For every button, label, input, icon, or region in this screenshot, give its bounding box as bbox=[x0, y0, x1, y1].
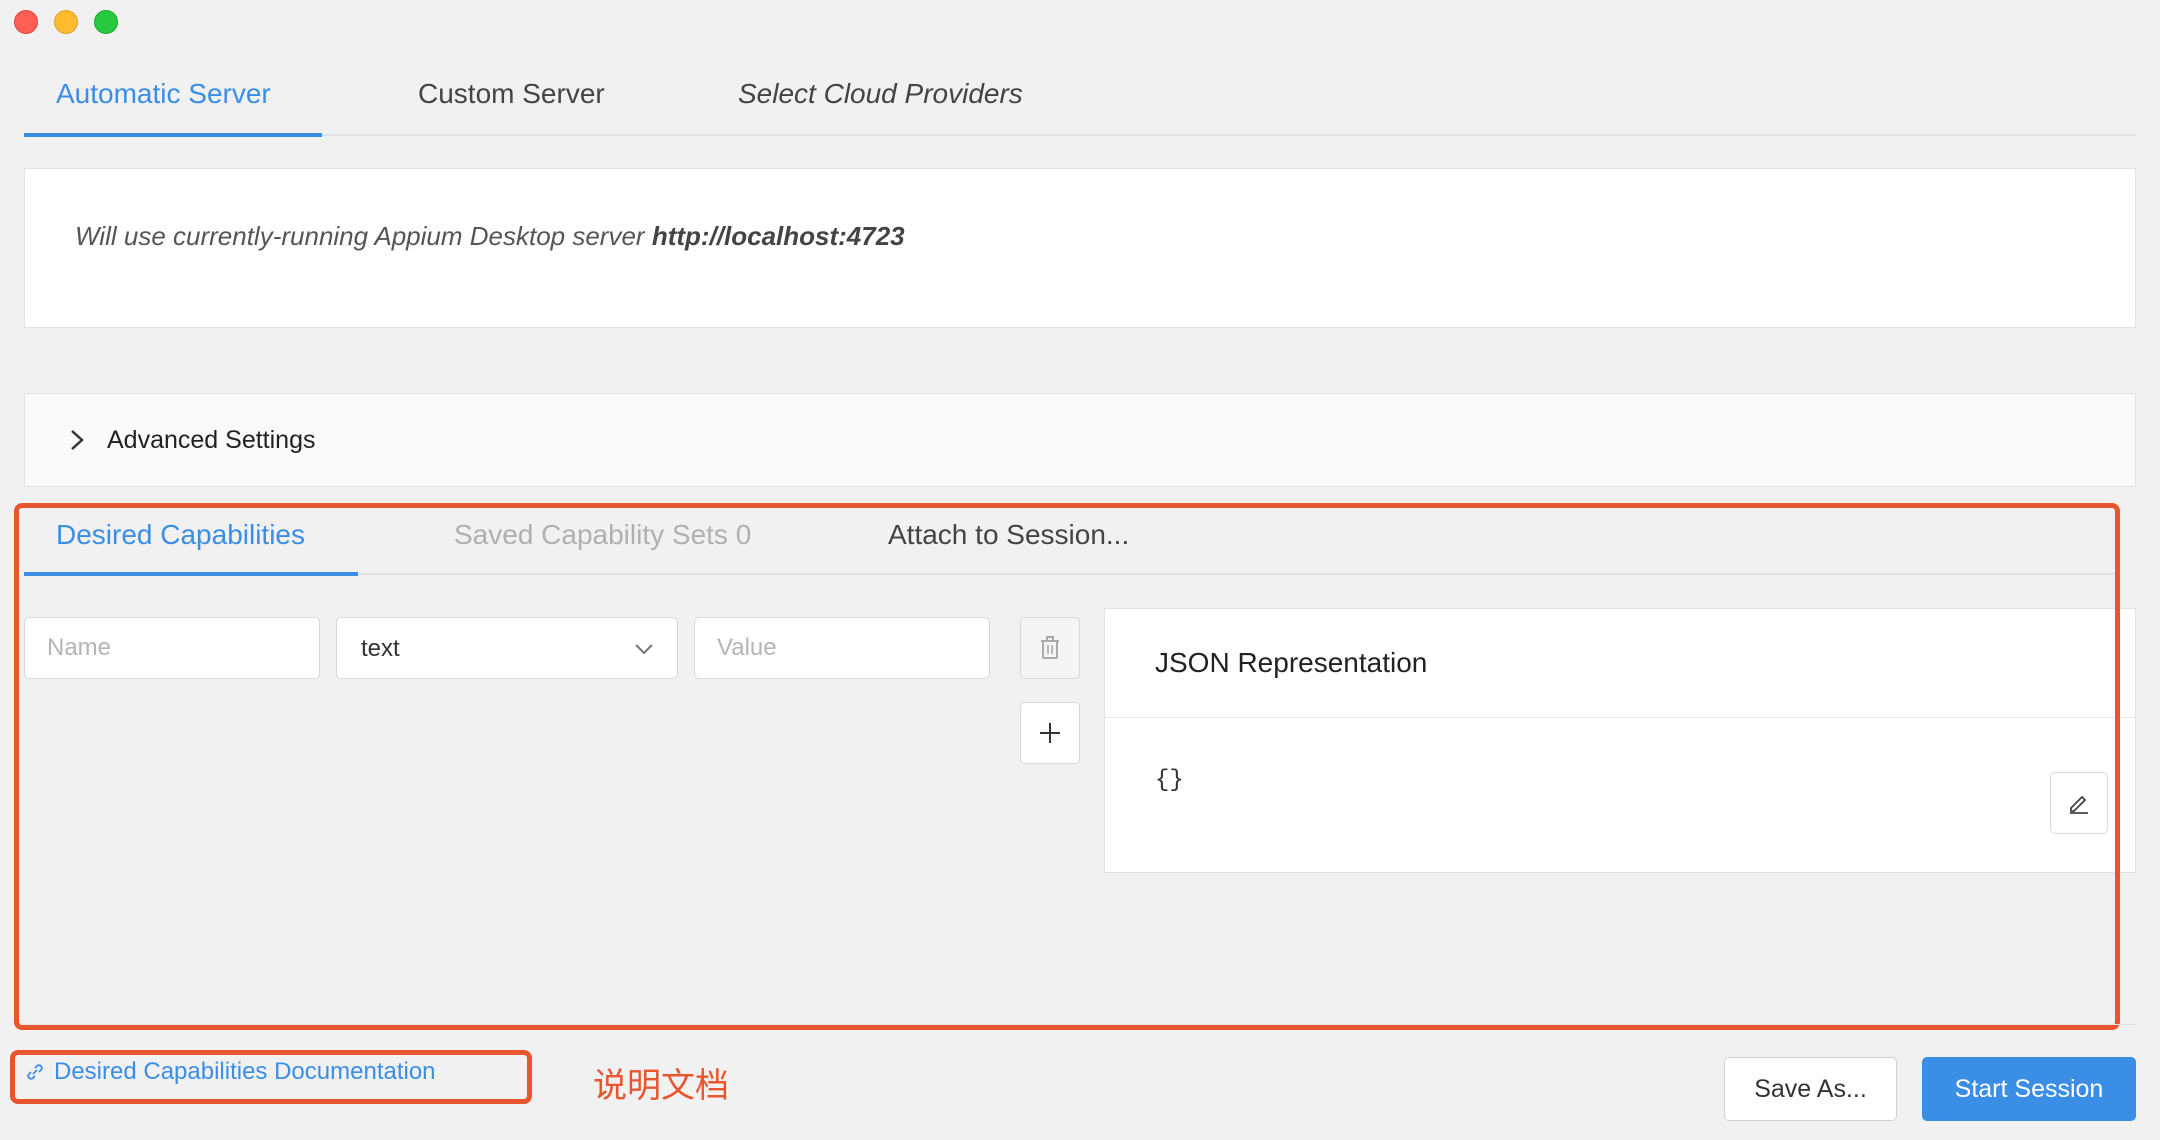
footer-divider bbox=[24, 1024, 2136, 1025]
active-tab-indicator bbox=[24, 133, 322, 137]
server-info-text: Will use currently-running Appium Deskto… bbox=[75, 221, 905, 252]
tab-custom-server[interactable]: Custom Server bbox=[418, 78, 605, 110]
tab-select-cloud-providers[interactable]: Select Cloud Providers bbox=[738, 78, 1023, 110]
advanced-settings-collapse[interactable]: Advanced Settings bbox=[24, 393, 2136, 487]
window-minimize-button[interactable] bbox=[54, 10, 78, 34]
window-maximize-button[interactable] bbox=[94, 10, 118, 34]
server-info-label: Will use currently-running Appium Deskto… bbox=[75, 221, 645, 251]
server-info-panel: Will use currently-running Appium Deskto… bbox=[24, 168, 2136, 328]
desired-capabilities-doc-link[interactable]: Desired Capabilities Documentation bbox=[24, 1058, 436, 1086]
server-tab-bar: Automatic Server Custom Server Select Cl… bbox=[24, 60, 2136, 137]
advanced-settings-label: Advanced Settings bbox=[107, 426, 316, 454]
chevron-right-icon bbox=[71, 430, 84, 450]
start-session-button[interactable]: Start Session bbox=[1922, 1057, 2136, 1121]
window-close-button[interactable] bbox=[14, 10, 38, 34]
annotation-label: 说明文档 bbox=[593, 1067, 729, 1105]
link-icon bbox=[27, 1064, 43, 1080]
save-as-button[interactable]: Save As... bbox=[1724, 1057, 1897, 1121]
doc-link-label: Desired Capabilities Documentation bbox=[54, 1058, 436, 1085]
server-url: http://localhost:4723 bbox=[651, 221, 905, 251]
tab-automatic-server[interactable]: Automatic Server bbox=[56, 78, 271, 110]
annotation-box-capabilities bbox=[14, 503, 2120, 1030]
